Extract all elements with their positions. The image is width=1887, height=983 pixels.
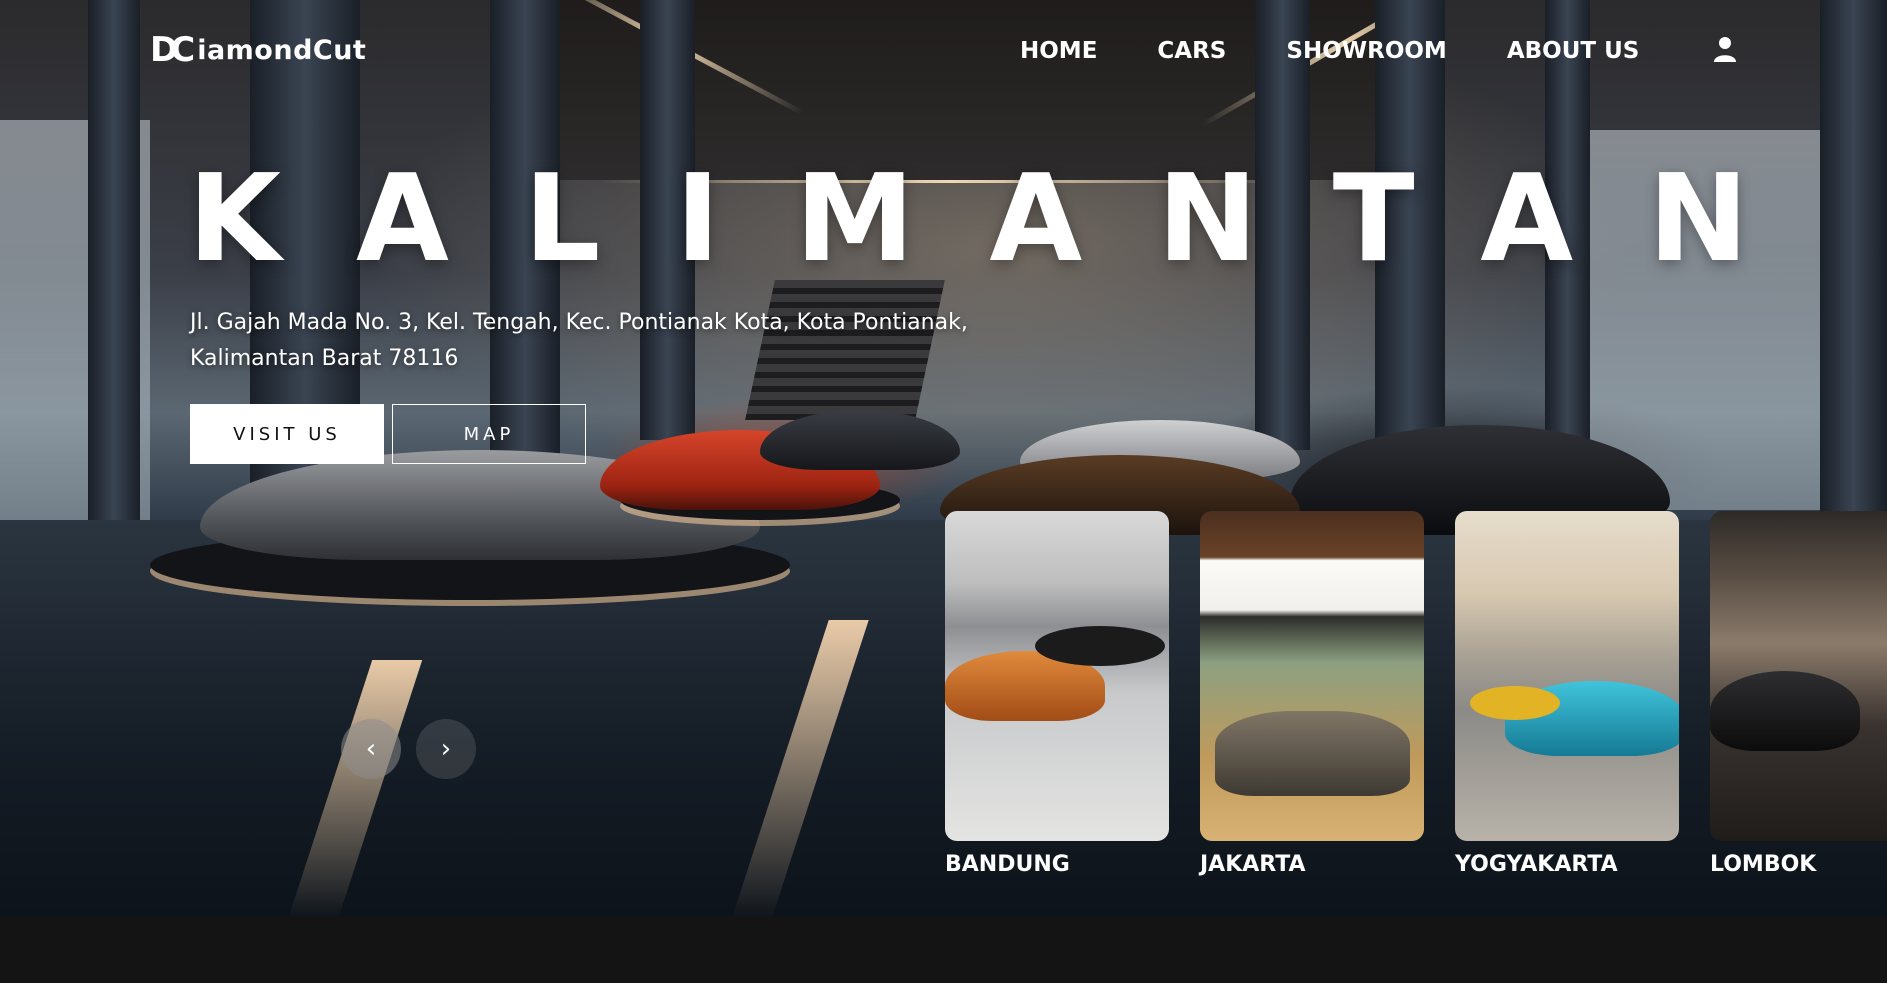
user-icon[interactable] bbox=[1713, 36, 1737, 62]
nav-home[interactable]: HOME bbox=[1020, 38, 1097, 64]
nav-showroom[interactable]: SHOWROOM bbox=[1286, 38, 1446, 64]
location-title: KALIMANTAN bbox=[188, 150, 1824, 289]
card-car bbox=[1710, 671, 1860, 751]
card-car bbox=[1035, 626, 1165, 666]
showroom-label-bandung[interactable]: BANDUNG bbox=[945, 852, 1070, 877]
showroom-card-jakarta[interactable] bbox=[1200, 511, 1424, 841]
showroom-label-yogyakarta[interactable]: YOGYAKARTA bbox=[1455, 852, 1618, 877]
nav-about-us[interactable]: ABOUT US bbox=[1507, 38, 1640, 64]
brand-logo[interactable]: DC iamondCut bbox=[150, 30, 366, 70]
showroom-label-jakarta[interactable]: JAKARTA bbox=[1200, 852, 1306, 877]
prev-slide-button[interactable]: ‹ bbox=[341, 719, 401, 779]
footer-band bbox=[0, 916, 1887, 983]
next-slide-button[interactable]: › bbox=[416, 719, 476, 779]
logo-mark: DC bbox=[150, 30, 195, 70]
main-nav: HOME CARS SHOWROOM ABOUT US bbox=[1020, 38, 1699, 64]
visit-us-button[interactable]: VISIT US bbox=[190, 404, 384, 464]
card-car bbox=[1470, 686, 1560, 720]
card-car bbox=[1215, 711, 1410, 796]
pillar bbox=[88, 0, 140, 530]
showroom-card-bandung[interactable] bbox=[945, 511, 1169, 841]
chevron-right-icon: › bbox=[440, 734, 452, 764]
showroom-card-yogyakarta[interactable] bbox=[1455, 511, 1679, 841]
location-address: Jl. Gajah Mada No. 3, Kel. Tengah, Kec. … bbox=[190, 310, 968, 371]
logo-text: iamondCut bbox=[197, 34, 367, 66]
pillar bbox=[1820, 0, 1887, 540]
nav-cars[interactable]: CARS bbox=[1157, 38, 1226, 64]
chevron-left-icon: ‹ bbox=[365, 734, 377, 764]
map-button[interactable]: MAP bbox=[392, 404, 586, 464]
showroom-label-lombok[interactable]: LOMBOK bbox=[1710, 852, 1816, 877]
showroom-card-lombok[interactable] bbox=[1710, 511, 1887, 841]
